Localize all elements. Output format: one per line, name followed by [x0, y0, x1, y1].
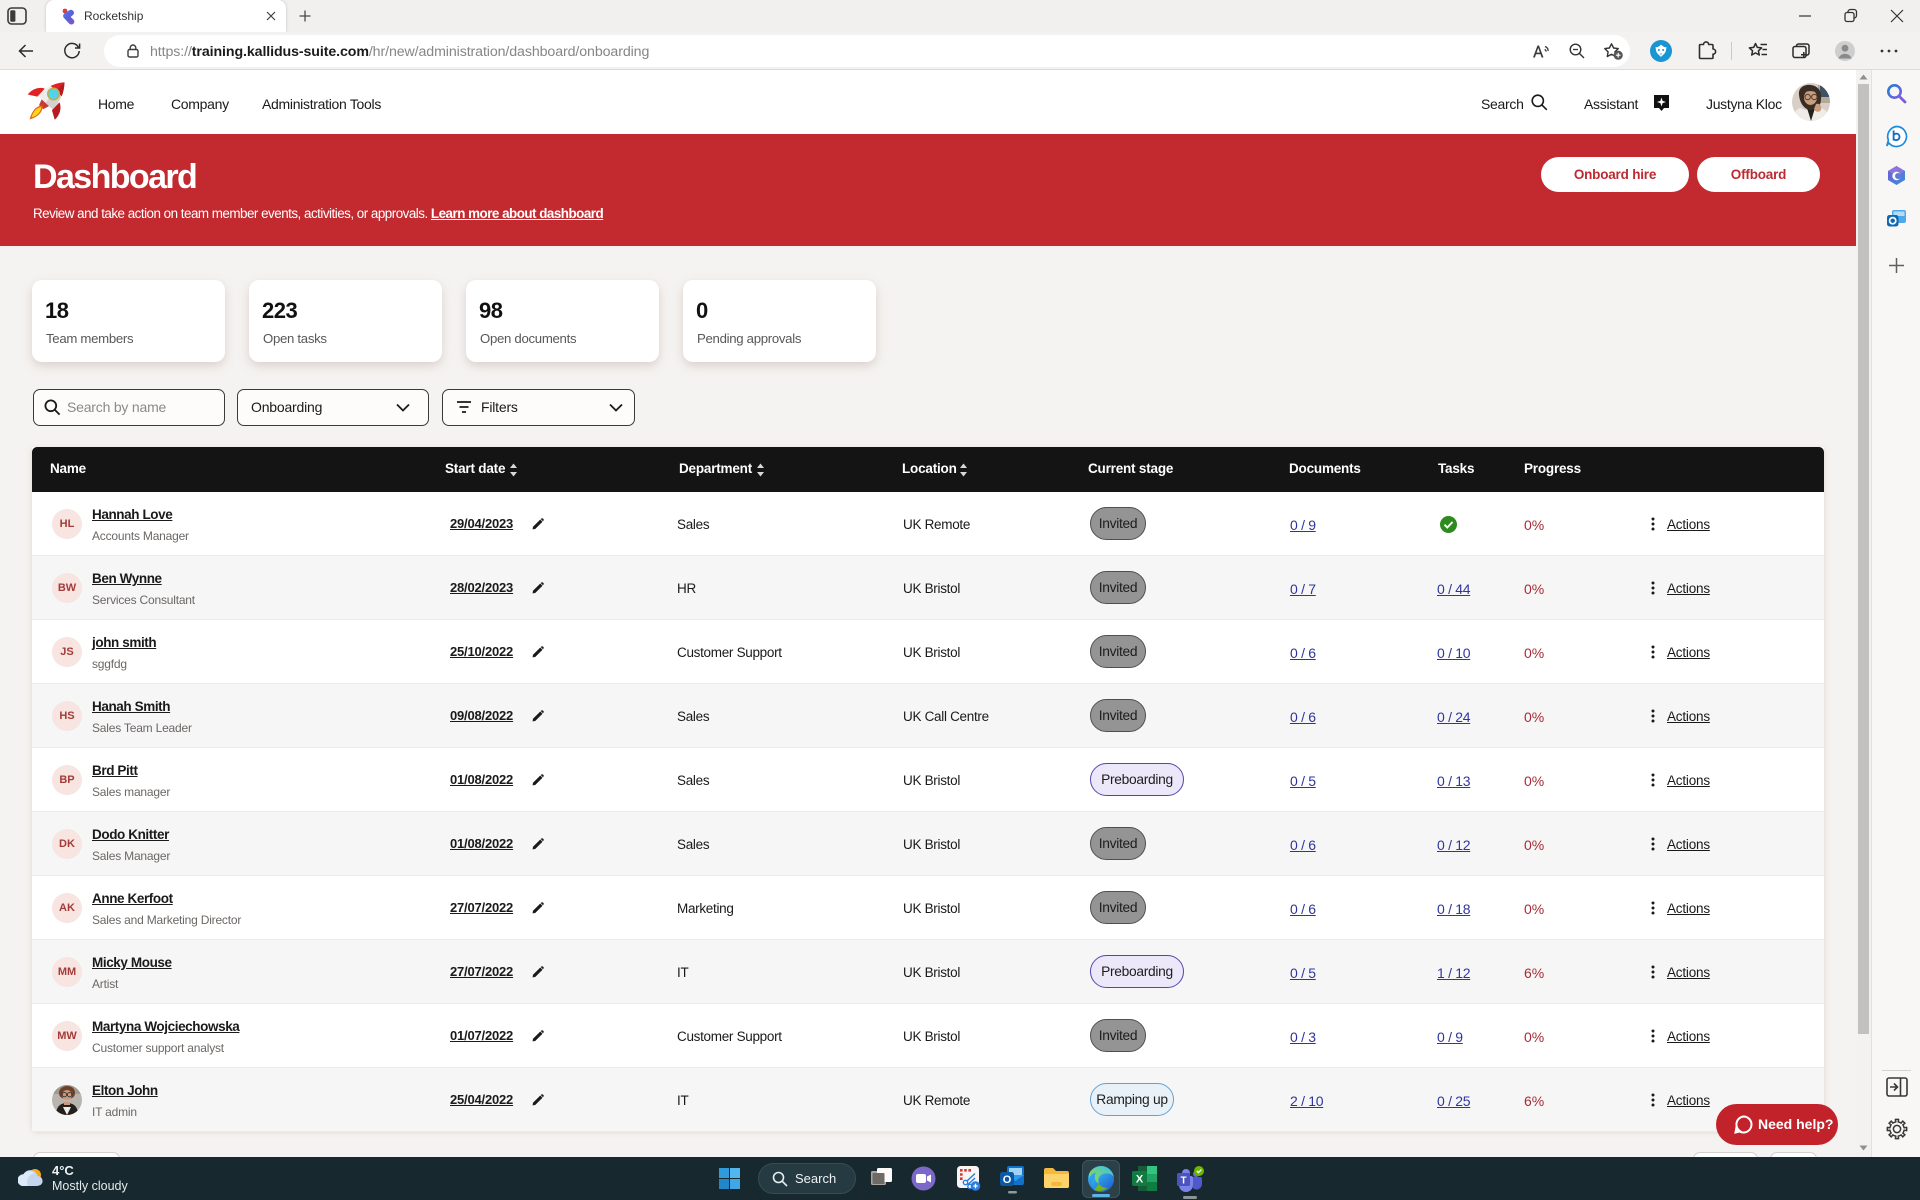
svg-text:O: O: [1003, 1174, 1012, 1186]
svg-text:X: X: [1136, 1174, 1144, 1186]
svg-text:T: T: [1180, 1176, 1186, 1187]
